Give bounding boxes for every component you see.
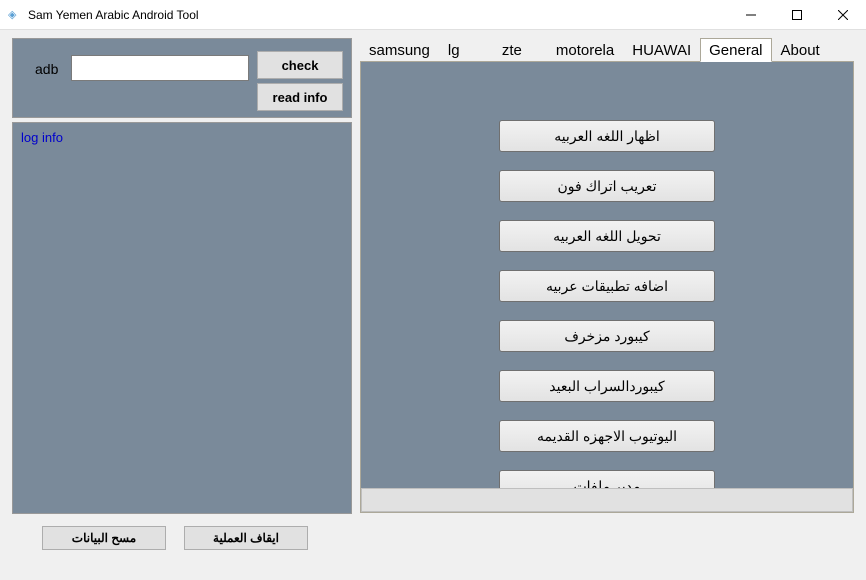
close-icon <box>838 10 848 20</box>
maximize-button[interactable] <box>774 0 820 30</box>
close-button[interactable] <box>820 0 866 30</box>
general-actions: اظهار اللغه العربيه تعريب اتراك فون تحوي… <box>499 120 715 502</box>
adb-input[interactable] <box>71 55 249 81</box>
tab-huawai[interactable]: HUAWAI <box>623 38 700 62</box>
tabstrip: samsung lg zte motorela HUAWAI General A… <box>360 38 854 62</box>
right-panel: samsung lg zte motorela HUAWAI General A… <box>360 38 854 513</box>
status-bar <box>361 488 853 512</box>
sarab-keyboard-button[interactable]: كيبوردالسراب البعيد <box>499 370 715 402</box>
adb-panel: adb check read info <box>12 38 352 118</box>
log-info-label: log info <box>21 130 63 145</box>
read-info-button[interactable]: read info <box>257 83 343 111</box>
arabize-trackphone-button[interactable]: تعريب اتراك فون <box>499 170 715 202</box>
tab-content-general: اظهار اللغه العربيه تعريب اتراك فون تحوي… <box>360 61 854 513</box>
youtube-old-button[interactable]: اليوتيوب الاجهزه القديمه <box>499 420 715 452</box>
tab-motorela[interactable]: motorela <box>547 38 623 62</box>
log-panel: log info <box>12 122 352 514</box>
workspace: adb check read info log info مسح البيانا… <box>0 30 866 580</box>
window-controls <box>728 0 866 30</box>
titlebar: ◈ Sam Yemen Arabic Android Tool <box>0 0 866 30</box>
tab-lg[interactable]: lg <box>439 38 493 62</box>
decorated-keyboard-button[interactable]: كيبورد مزخرف <box>499 320 715 352</box>
check-button[interactable]: check <box>257 51 343 79</box>
show-arabic-button[interactable]: اظهار اللغه العربيه <box>499 120 715 152</box>
app-icon: ◈ <box>8 8 22 22</box>
tab-zte[interactable]: zte <box>493 38 547 62</box>
tab-about[interactable]: About <box>772 38 829 62</box>
minimize-icon <box>746 10 756 20</box>
left-panel: adb check read info log info مسح البيانا… <box>12 38 352 550</box>
minimize-button[interactable] <box>728 0 774 30</box>
convert-arabic-button[interactable]: تحويل اللغه العربيه <box>499 220 715 252</box>
adb-label: adb <box>35 61 58 77</box>
bottom-buttons: مسح البيانات ايقاف العملية <box>12 526 352 550</box>
stop-process-button[interactable]: ايقاف العملية <box>184 526 308 550</box>
maximize-icon <box>792 10 802 20</box>
add-arabic-apps-button[interactable]: اضافه تطبيقات عربيه <box>499 270 715 302</box>
tab-samsung[interactable]: samsung <box>360 38 439 62</box>
window-title: Sam Yemen Arabic Android Tool <box>28 8 728 22</box>
tab-general[interactable]: General <box>700 38 771 62</box>
clear-data-button[interactable]: مسح البيانات <box>42 526 166 550</box>
